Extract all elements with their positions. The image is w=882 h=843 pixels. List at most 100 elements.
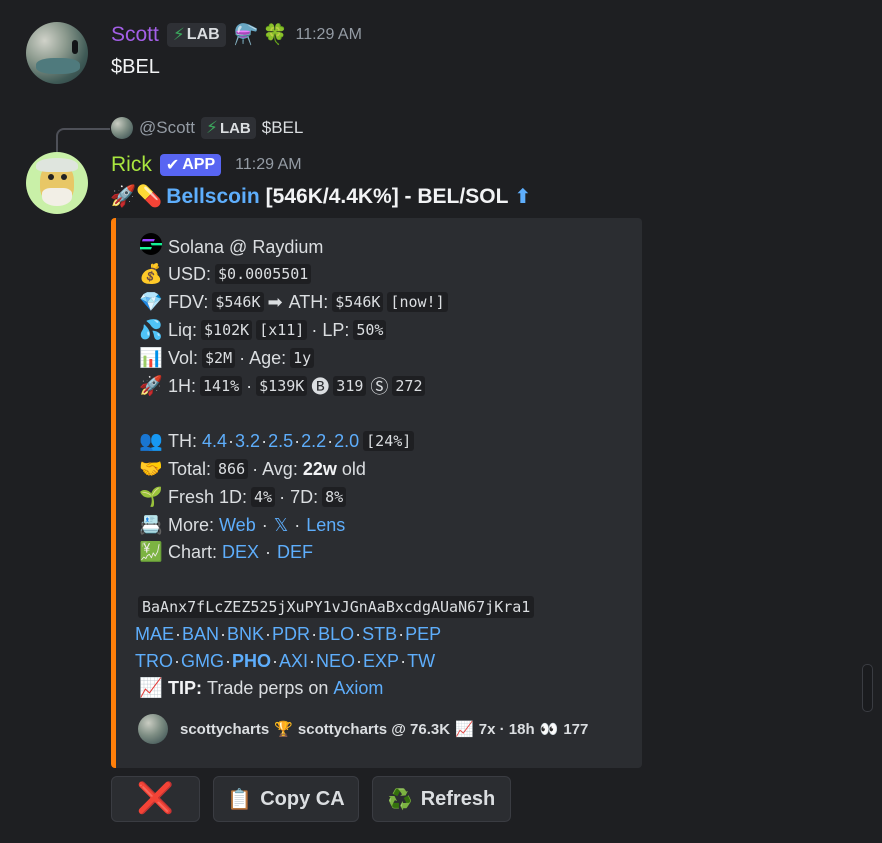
- author-name-scott[interactable]: Scott: [111, 23, 159, 47]
- vol-label: Vol:: [168, 347, 199, 368]
- tip-text: Trade perps on: [207, 677, 329, 698]
- dex-link[interactable]: DEX: [222, 542, 259, 563]
- contract-address[interactable]: BaAnx7fLcZEZ525jXuPY1vJGnAaBxcdgAUaN67jK…: [138, 596, 535, 618]
- recycle-icon: ♻️: [387, 788, 413, 811]
- link-axi[interactable]: AXI: [279, 651, 308, 672]
- avg-suffix: old: [341, 458, 366, 479]
- th-row: 👥 TH: 4.4 · 3.2 · 2.5 · 2.2 · 2.0 [24%]: [138, 428, 418, 454]
- trade-links-row-2: TRO · GMG · PHO · AXI · NEO · EXP · TW: [135, 650, 436, 672]
- author-name-rick[interactable]: Rick: [111, 153, 152, 177]
- refresh-button[interactable]: ♻️ Refresh: [372, 776, 511, 822]
- total-row: 🤝 Total: 866 · Avg: 22w old: [138, 456, 366, 482]
- trophy-icon: 🏆: [274, 721, 293, 738]
- link-tro[interactable]: TRO: [135, 651, 173, 672]
- timestamp[interactable]: 11:29 AM: [235, 156, 301, 174]
- bolt-icon: ⚡: [206, 118, 218, 137]
- th-link-2[interactable]: 3.2: [235, 431, 260, 452]
- liq-row: 💦 Liq: $102K [x11] · LP: 50%: [138, 317, 390, 343]
- rocket-icon: 🚀: [139, 376, 163, 397]
- fdv-label: FDV:: [168, 291, 209, 312]
- ath-label: ATH:: [288, 291, 329, 312]
- link-pep[interactable]: PEP: [405, 624, 441, 645]
- fresh-row: 🌱 Fresh 1D: 4% · 7D: 8%: [138, 484, 350, 510]
- copy-ca-label: Copy CA: [260, 787, 345, 810]
- message2-header: Rick ✔ APP 11:29 AM: [111, 153, 302, 177]
- total-value: 866: [215, 459, 249, 479]
- link-gmg[interactable]: GMG: [181, 651, 224, 672]
- chart-row: 💹 Chart: DEX · DEF: [139, 541, 314, 564]
- avatar-hair: [36, 158, 78, 172]
- rick-avatar[interactable]: [26, 152, 88, 214]
- h1-separator: ·: [246, 375, 253, 396]
- reply-reference[interactable]: @Scott ⚡ LAB $BEL: [111, 117, 303, 139]
- ath-note: [now!]: [387, 292, 448, 312]
- link-exp[interactable]: EXP: [363, 651, 399, 672]
- handshake-icon: 🤝: [139, 459, 163, 480]
- link-tw[interactable]: TW: [407, 651, 435, 672]
- more-label: More:: [168, 514, 215, 535]
- usd-row: 💰 USD: $0.0005501: [138, 261, 315, 287]
- x-link[interactable]: 𝕏: [274, 515, 289, 536]
- more-row: 📇 More: Web · 𝕏 · Lens: [139, 514, 346, 537]
- sells-count: 272: [392, 376, 426, 396]
- reply-tag-label: LAB: [219, 119, 251, 137]
- fresh-7d-value: 8%: [322, 487, 347, 507]
- lens-link[interactable]: Lens: [306, 515, 345, 536]
- token-link[interactable]: Bellscoin: [166, 185, 259, 209]
- tip-label: TIP:: [168, 677, 202, 698]
- usd-value: $0.0005501: [215, 264, 312, 284]
- avatar-figure: [72, 40, 78, 54]
- tip-row: 📈 TIP: Trade perps on Axiom: [138, 675, 383, 701]
- footer-stats: 7x · 18h: [478, 720, 535, 738]
- fresh-label: Fresh 1D:: [168, 486, 248, 507]
- bolt-icon: ⚡: [172, 24, 185, 44]
- avatar-eye: [61, 174, 67, 180]
- link-stb[interactable]: STB: [362, 624, 397, 645]
- total-label: Total:: [168, 458, 212, 479]
- avg-value: 22w: [302, 458, 337, 479]
- server-tag-lab[interactable]: ⚡ LAB: [166, 22, 226, 47]
- ath-value: $546K: [332, 292, 384, 312]
- app-badge: ✔ APP: [159, 154, 222, 176]
- arrow-right-icon: ➡: [267, 291, 283, 312]
- close-icon: ❌: [136, 782, 175, 815]
- copy-ca-button[interactable]: 📋 Copy CA: [213, 776, 359, 822]
- users-icon: 👥: [139, 431, 163, 452]
- chart-up-icon: 📈: [139, 678, 163, 699]
- link-pho[interactable]: PHO: [232, 651, 271, 672]
- link-pdr[interactable]: PDR: [272, 624, 310, 645]
- th-link-5[interactable]: 2.0: [334, 431, 359, 452]
- web-link[interactable]: Web: [219, 515, 256, 536]
- link-mae[interactable]: MAE: [135, 624, 174, 645]
- th-link-3[interactable]: 2.5: [268, 431, 293, 452]
- footer-views: 177: [563, 720, 589, 738]
- reply-mention[interactable]: @Scott: [139, 118, 195, 138]
- def-link[interactable]: DEF: [277, 542, 313, 563]
- reply-avatar: [111, 117, 133, 139]
- link-neo[interactable]: NEO: [316, 651, 355, 672]
- sells-icon: Ⓢ: [370, 377, 389, 397]
- droplets-icon: 💦: [139, 320, 163, 341]
- scott-avatar[interactable]: [26, 22, 88, 84]
- chart-label: Chart:: [168, 541, 218, 562]
- scrollbar-thumb[interactable]: [862, 664, 873, 712]
- liq-value: $102K: [201, 320, 253, 340]
- vol-value: $2M: [202, 348, 236, 368]
- axiom-link[interactable]: Axiom: [333, 678, 383, 699]
- app-badge-label: APP: [182, 156, 216, 173]
- link-blo[interactable]: BLO: [318, 624, 354, 645]
- chain-text: Solana @ Raydium: [168, 236, 324, 257]
- link-bnk[interactable]: BNK: [227, 624, 264, 645]
- avatar-eye: [48, 174, 54, 180]
- message1-text: $BEL: [111, 56, 160, 78]
- lp-value: 50%: [353, 320, 387, 340]
- link-ban[interactable]: BAN: [182, 624, 219, 645]
- timestamp[interactable]: 11:29 AM: [296, 26, 362, 44]
- buys-icon: 🅑: [311, 377, 330, 397]
- th-link-4[interactable]: 2.2: [301, 431, 326, 452]
- footer-user-stats: scottycharts @ 76.3K: [297, 720, 451, 738]
- token-title: 🚀💊 Bellscoin [546K/4.4K%] - BEL/SOL ⬆: [110, 184, 531, 209]
- chart-icon: 📈: [455, 721, 474, 738]
- th-link-1[interactable]: 4.4: [202, 431, 227, 452]
- close-button[interactable]: ❌: [111, 776, 200, 822]
